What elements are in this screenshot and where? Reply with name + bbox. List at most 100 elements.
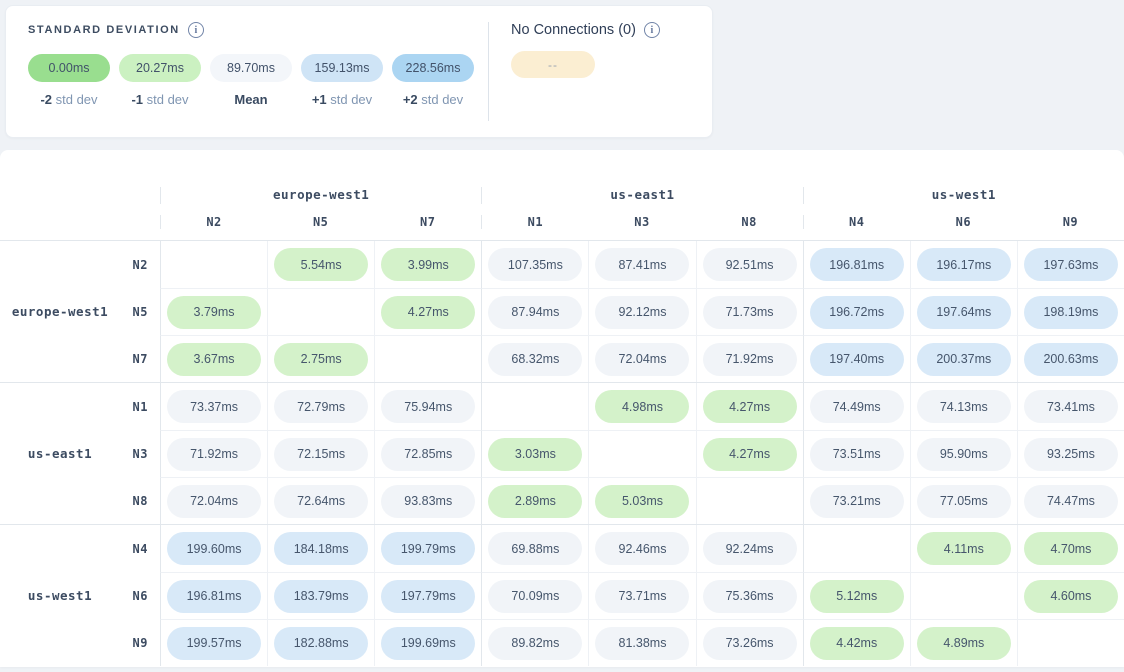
no-connections-pill: -- <box>511 51 595 78</box>
latency-cell[interactable]: 4.42ms <box>803 619 910 666</box>
latency-cell[interactable]: 72.85ms <box>374 430 481 477</box>
latency-cell[interactable]: 198.19ms <box>1017 288 1124 335</box>
latency-cell[interactable]: 199.60ms <box>160 525 267 572</box>
latency-cell[interactable]: 3.67ms <box>160 335 267 382</box>
stddev-legend-title: STANDARD DEVIATION <box>28 24 180 36</box>
latency-cell[interactable]: 93.25ms <box>1017 430 1124 477</box>
latency-pill: 199.79ms <box>381 532 475 565</box>
latency-cell[interactable]: 87.94ms <box>481 288 588 335</box>
latency-cell[interactable] <box>160 241 267 288</box>
latency-cell[interactable]: 72.04ms <box>160 477 267 524</box>
latency-cell[interactable]: 184.18ms <box>267 525 374 572</box>
latency-pill: 197.63ms <box>1024 248 1118 281</box>
latency-cell[interactable] <box>267 288 374 335</box>
latency-cell[interactable]: 73.26ms <box>696 619 803 666</box>
latency-cell[interactable]: 196.81ms <box>803 241 910 288</box>
latency-cell[interactable]: 5.12ms <box>803 572 910 619</box>
info-icon[interactable]: i <box>188 22 204 38</box>
latency-cell[interactable]: 200.37ms <box>910 335 1017 382</box>
latency-cell[interactable]: 70.09ms <box>481 572 588 619</box>
latency-cell[interactable]: 92.24ms <box>696 525 803 572</box>
latency-cell[interactable]: 92.12ms <box>588 288 695 335</box>
latency-cell[interactable]: 4.98ms <box>588 383 695 430</box>
latency-cell[interactable]: 72.15ms <box>267 430 374 477</box>
latency-cell[interactable]: 77.05ms <box>910 477 1017 524</box>
latency-cell[interactable]: 199.79ms <box>374 525 481 572</box>
latency-pill: 87.41ms <box>595 248 689 281</box>
latency-cell[interactable]: 196.72ms <box>803 288 910 335</box>
latency-cell[interactable]: 4.27ms <box>696 383 803 430</box>
legend-label-row: -2 std dev-1 std devMean+1 std dev+2 std… <box>28 92 474 107</box>
latency-cell[interactable]: 4.70ms <box>1017 525 1124 572</box>
latency-cell[interactable]: 71.92ms <box>160 430 267 477</box>
latency-cell[interactable]: 72.64ms <box>267 477 374 524</box>
latency-cell[interactable] <box>374 335 481 382</box>
latency-cell[interactable]: 2.89ms <box>481 477 588 524</box>
latency-cell[interactable]: 196.17ms <box>910 241 1017 288</box>
latency-cell[interactable]: 92.46ms <box>588 525 695 572</box>
latency-cell[interactable] <box>588 430 695 477</box>
latency-cell[interactable]: 73.51ms <box>803 430 910 477</box>
latency-cell[interactable]: 3.79ms <box>160 288 267 335</box>
latency-cell[interactable]: 197.79ms <box>374 572 481 619</box>
latency-pill: 3.79ms <box>167 296 261 329</box>
latency-pill: 4.70ms <box>1024 532 1118 565</box>
latency-cell[interactable] <box>696 477 803 524</box>
latency-cell[interactable]: 199.69ms <box>374 619 481 666</box>
latency-cell[interactable]: 68.32ms <box>481 335 588 382</box>
latency-cell[interactable]: 4.27ms <box>374 288 481 335</box>
latency-pill: 4.27ms <box>703 390 797 423</box>
latency-pill: 73.37ms <box>167 390 261 423</box>
latency-cell[interactable]: 92.51ms <box>696 241 803 288</box>
latency-cell[interactable]: 75.94ms <box>374 383 481 430</box>
latency-cell[interactable]: 3.99ms <box>374 241 481 288</box>
latency-cell[interactable] <box>1017 619 1124 666</box>
region-row-label: us-west1 <box>0 525 120 666</box>
latency-cell[interactable] <box>910 572 1017 619</box>
latency-cell[interactable]: 72.04ms <box>588 335 695 382</box>
no-connections-title: No Connections (0) <box>511 22 636 38</box>
latency-cell[interactable]: 200.63ms <box>1017 335 1124 382</box>
latency-cell[interactable]: 74.13ms <box>910 383 1017 430</box>
latency-cell[interactable]: 73.37ms <box>160 383 267 430</box>
latency-cell[interactable]: 197.63ms <box>1017 241 1124 288</box>
latency-cell[interactable]: 4.89ms <box>910 619 1017 666</box>
latency-cell[interactable]: 5.54ms <box>267 241 374 288</box>
latency-cell[interactable]: 196.81ms <box>160 572 267 619</box>
latency-cell[interactable]: 95.90ms <box>910 430 1017 477</box>
latency-cell[interactable]: 69.88ms <box>481 525 588 572</box>
latency-cell[interactable]: 93.83ms <box>374 477 481 524</box>
latency-cell[interactable]: 75.36ms <box>696 572 803 619</box>
latency-cell[interactable]: 89.82ms <box>481 619 588 666</box>
latency-cell[interactable]: 107.35ms <box>481 241 588 288</box>
latency-cell[interactable]: 3.03ms <box>481 430 588 477</box>
latency-cell[interactable]: 197.64ms <box>910 288 1017 335</box>
legend-divider <box>488 22 489 121</box>
latency-cell[interactable]: 72.79ms <box>267 383 374 430</box>
latency-cell[interactable]: 183.79ms <box>267 572 374 619</box>
latency-cell[interactable]: 5.03ms <box>588 477 695 524</box>
latency-cell[interactable]: 73.21ms <box>803 477 910 524</box>
latency-cell[interactable]: 4.60ms <box>1017 572 1124 619</box>
latency-cell[interactable]: 81.38ms <box>588 619 695 666</box>
latency-cell[interactable]: 73.41ms <box>1017 383 1124 430</box>
latency-cell[interactable]: 73.71ms <box>588 572 695 619</box>
latency-cell[interactable]: 199.57ms <box>160 619 267 666</box>
latency-pill: 87.94ms <box>488 296 582 329</box>
latency-cell[interactable]: 197.40ms <box>803 335 910 382</box>
latency-cell[interactable]: 74.49ms <box>803 383 910 430</box>
latency-cell[interactable]: 4.11ms <box>910 525 1017 572</box>
latency-cell[interactable]: 182.88ms <box>267 619 374 666</box>
node-row-label: N7 <box>120 335 160 382</box>
info-icon[interactable]: i <box>644 22 660 38</box>
latency-cell[interactable]: 4.27ms <box>696 430 803 477</box>
latency-cell[interactable]: 2.75ms <box>267 335 374 382</box>
latency-cell[interactable] <box>803 525 910 572</box>
latency-cell[interactable]: 71.92ms <box>696 335 803 382</box>
latency-cell[interactable] <box>481 383 588 430</box>
latency-pill: 71.92ms <box>703 343 797 376</box>
legend-label: +2 std dev <box>392 92 474 107</box>
latency-cell[interactable]: 74.47ms <box>1017 477 1124 524</box>
latency-cell[interactable]: 87.41ms <box>588 241 695 288</box>
latency-cell[interactable]: 71.73ms <box>696 288 803 335</box>
